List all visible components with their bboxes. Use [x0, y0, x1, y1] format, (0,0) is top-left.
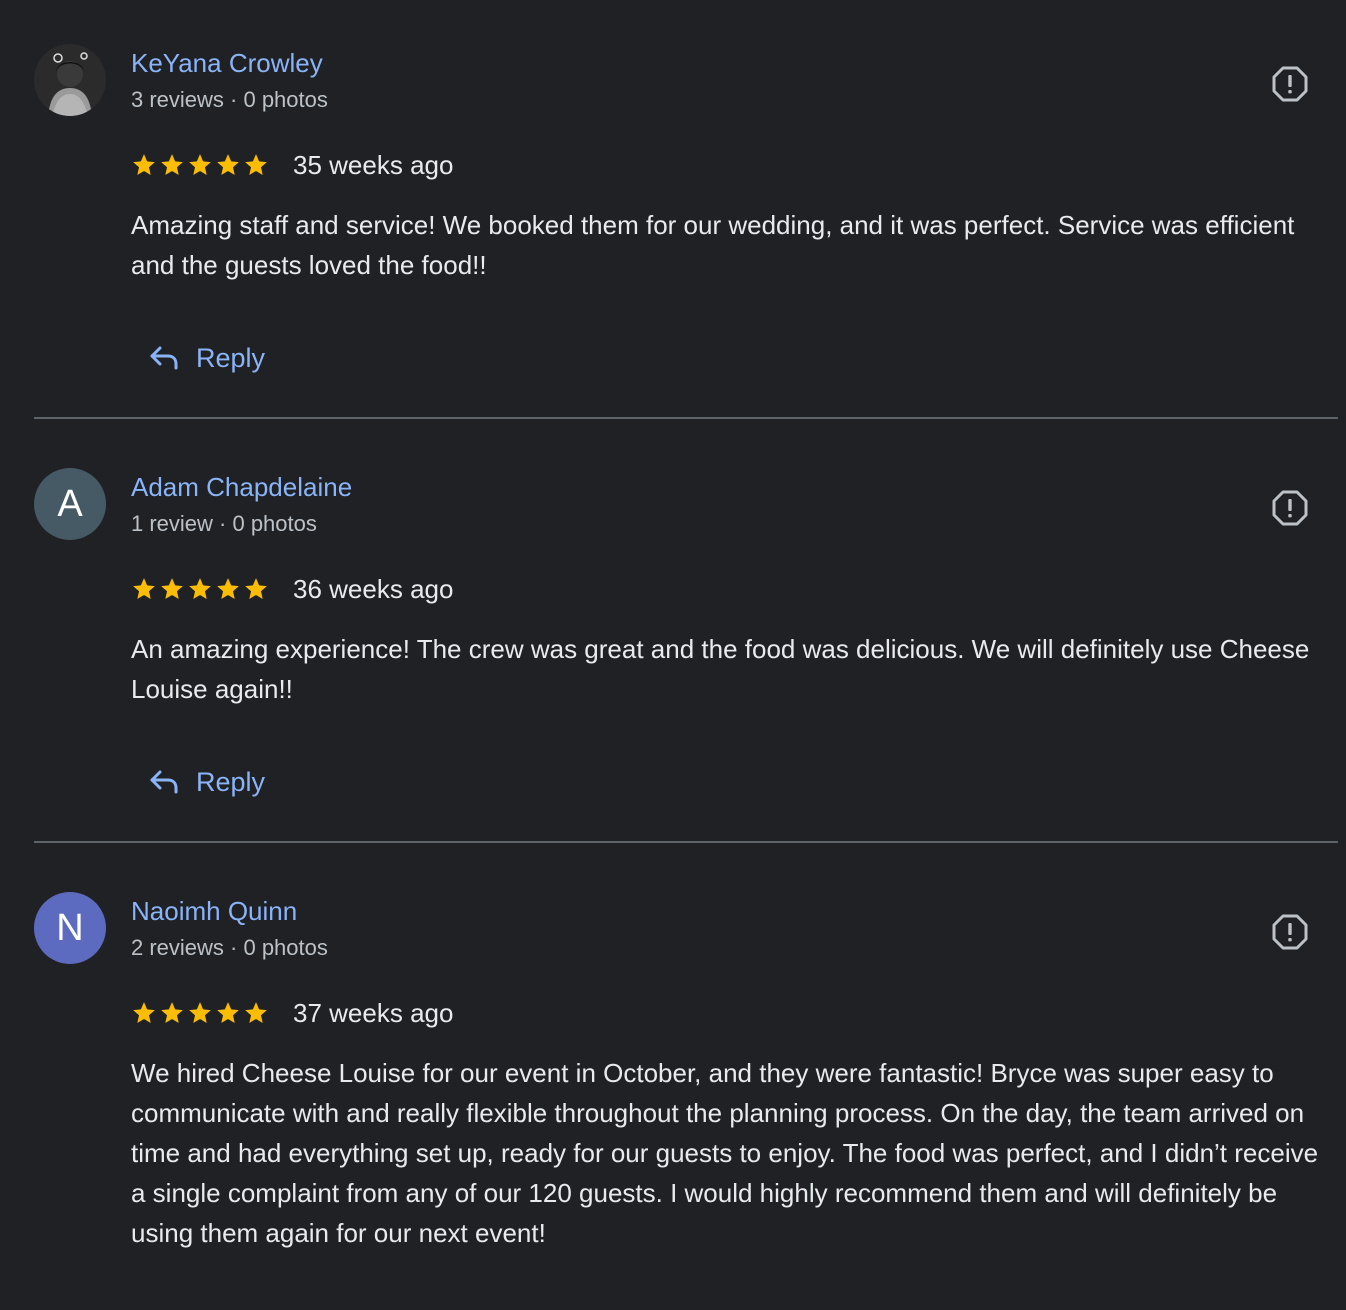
reply-label: Reply	[196, 766, 266, 797]
divider	[34, 417, 1338, 419]
avatar[interactable]: N	[34, 892, 106, 964]
star-icon	[161, 1002, 183, 1023]
star-rating	[131, 152, 269, 178]
rating-row: 35 weeks ago	[131, 149, 453, 181]
rating-row: 37 weeks ago	[131, 997, 453, 1029]
reviewer-stats: 3 reviews · 0 photos	[131, 87, 328, 112]
avatar[interactable]: A	[34, 468, 106, 540]
reviewer-stats: 1 review · 0 photos	[131, 511, 317, 536]
report-icon	[1272, 914, 1308, 950]
star-rating	[131, 1000, 269, 1026]
star-icon	[245, 154, 267, 175]
avatar-letter: N	[56, 906, 84, 949]
star-icon	[245, 1002, 267, 1023]
reply-arrow-icon	[150, 770, 178, 794]
star-icon	[217, 154, 239, 175]
review-time: 37 weeks ago	[293, 997, 454, 1028]
report-button[interactable]	[1268, 486, 1312, 530]
review-time: 35 weeks ago	[293, 149, 454, 180]
rating-row: 36 weeks ago	[131, 573, 453, 605]
star-icon	[133, 578, 155, 599]
reply-label: Reply	[196, 342, 266, 373]
reply-arrow-icon	[150, 346, 178, 370]
star-icon	[133, 1002, 155, 1023]
avatar-letter: A	[57, 482, 83, 525]
star-icon	[189, 578, 211, 599]
report-button[interactable]	[1268, 62, 1312, 106]
report-icon	[1272, 66, 1308, 102]
divider	[34, 841, 1338, 843]
user-photo-icon	[34, 44, 106, 116]
star-icon	[245, 578, 267, 599]
reviewer-name[interactable]: KeYana Crowley	[131, 47, 323, 79]
review-time: 36 weeks ago	[293, 573, 454, 604]
star-icon	[189, 1002, 211, 1023]
review-text: We hired Cheese Louise for our event in …	[131, 1058, 1319, 1248]
reviewer-name[interactable]: Naoimh Quinn	[131, 895, 297, 927]
avatar[interactable]	[34, 44, 106, 116]
reviewer-name[interactable]: Adam Chapdelaine	[131, 471, 352, 503]
star-icon	[133, 154, 155, 175]
review-text: An amazing experience! The crew was grea…	[131, 634, 1310, 704]
star-icon	[161, 154, 183, 175]
star-icon	[217, 578, 239, 599]
star-icon	[189, 154, 211, 175]
star-rating	[131, 576, 269, 602]
star-icon	[161, 578, 183, 599]
review-text: Amazing staff and service! We booked the…	[131, 210, 1295, 280]
reply-button[interactable]: Reply	[148, 762, 265, 802]
reviewer-stats: 2 reviews · 0 photos	[131, 935, 328, 960]
reply-button[interactable]: Reply	[148, 338, 265, 378]
report-icon	[1272, 490, 1308, 526]
report-button[interactable]	[1268, 910, 1312, 954]
star-icon	[217, 1002, 239, 1023]
